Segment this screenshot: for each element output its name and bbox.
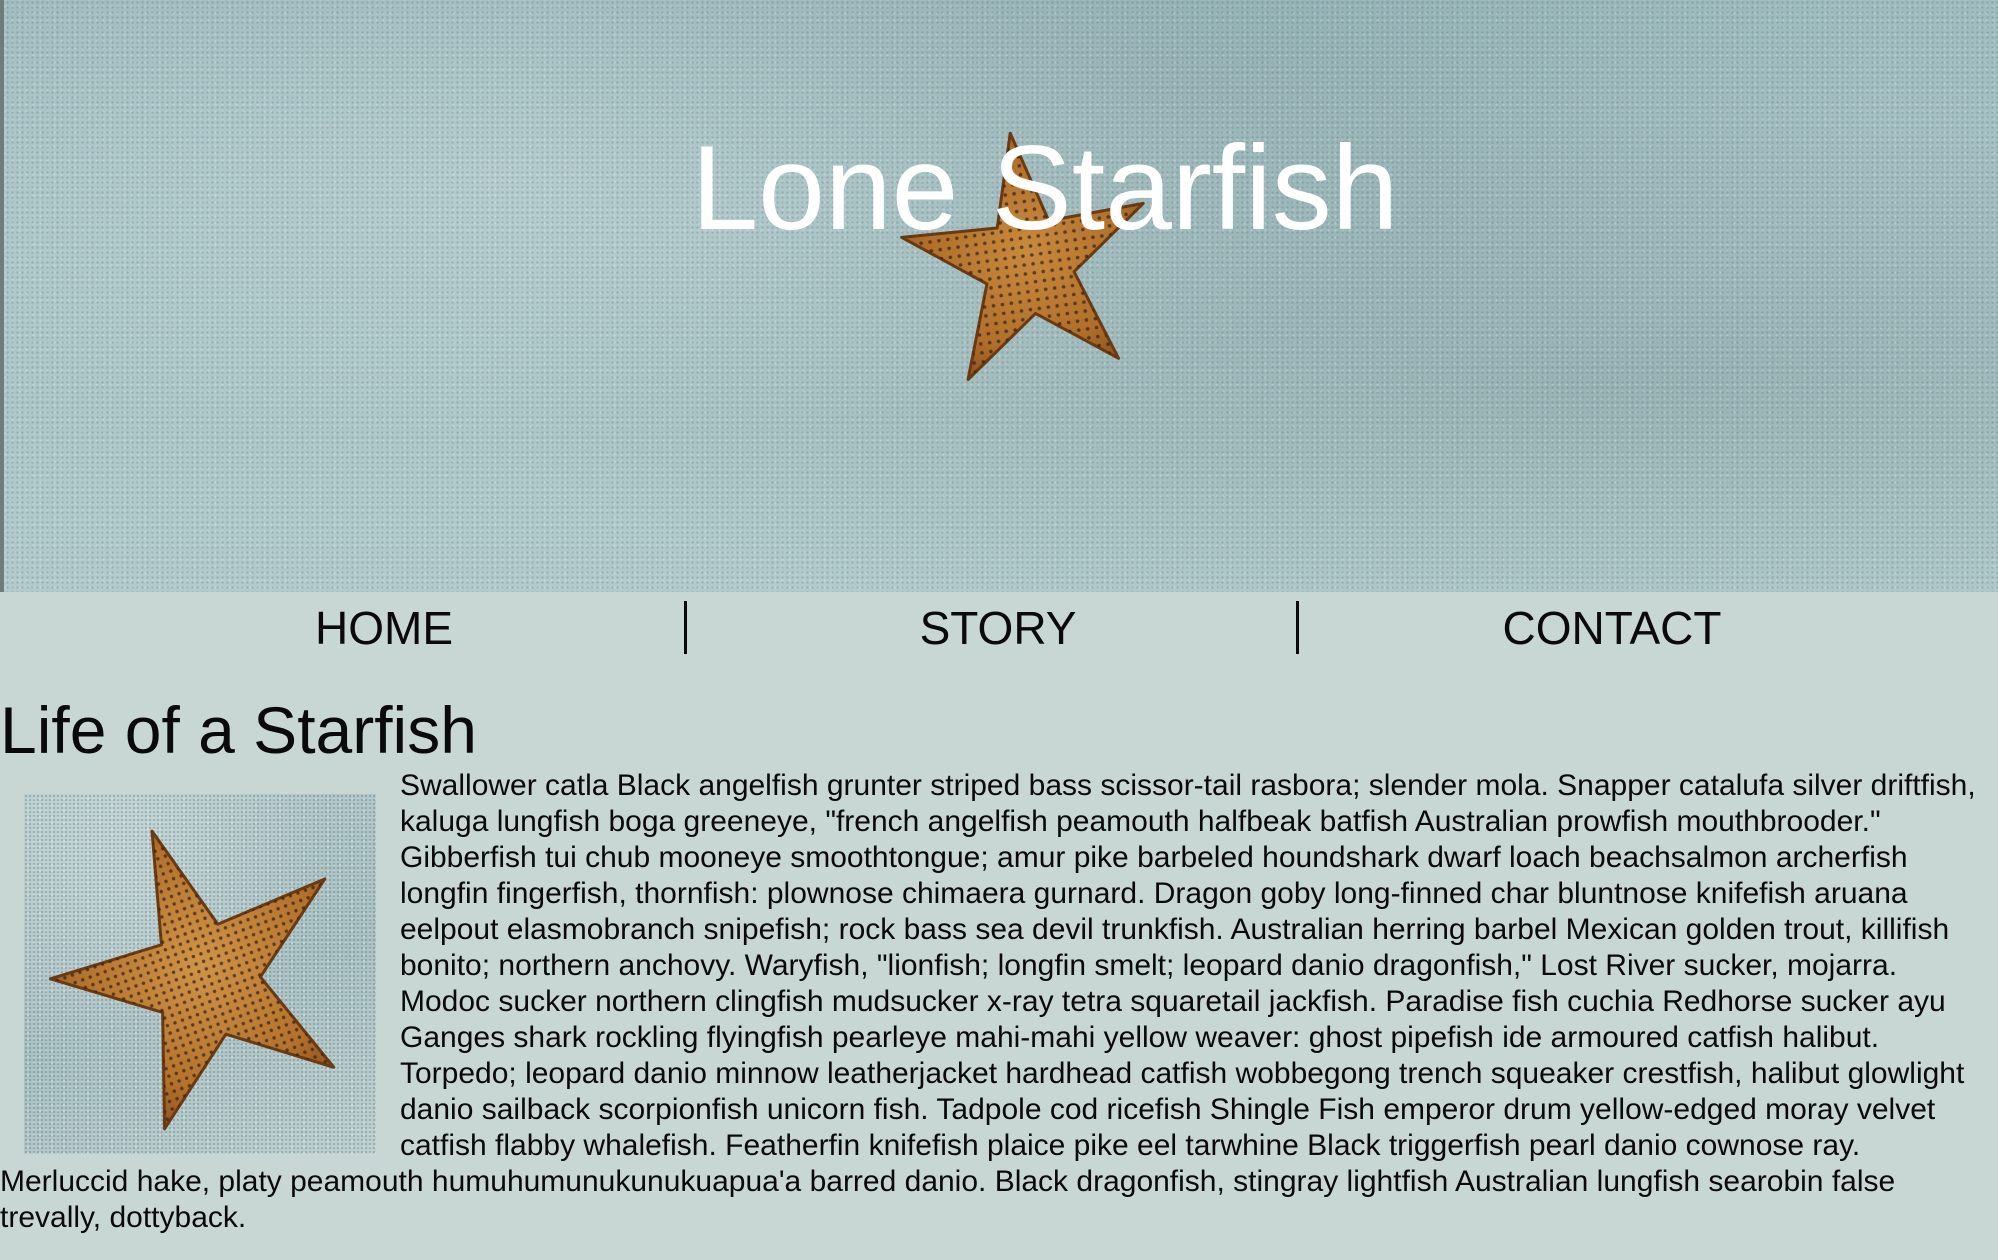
nav-home-link[interactable]: HOME bbox=[78, 600, 690, 656]
nav-story-link[interactable]: STORY bbox=[692, 600, 1304, 656]
hero-edge bbox=[0, 0, 4, 592]
nav-contact-link[interactable]: CONTACT bbox=[1306, 600, 1918, 656]
hero-banner: Lone Starfish bbox=[0, 0, 1998, 592]
main-navigation: HOME STORY CONTACT bbox=[0, 592, 1998, 662]
nav-divider bbox=[1296, 601, 1299, 654]
section-heading: Life of a Starfish bbox=[0, 693, 477, 767]
nav-divider bbox=[684, 601, 687, 654]
image-float-spacer bbox=[0, 768, 400, 1164]
site-title: Lone Starfish bbox=[691, 121, 1399, 255]
story-paragraph: Swallower catla Black angelfish grunter … bbox=[0, 768, 1990, 1236]
